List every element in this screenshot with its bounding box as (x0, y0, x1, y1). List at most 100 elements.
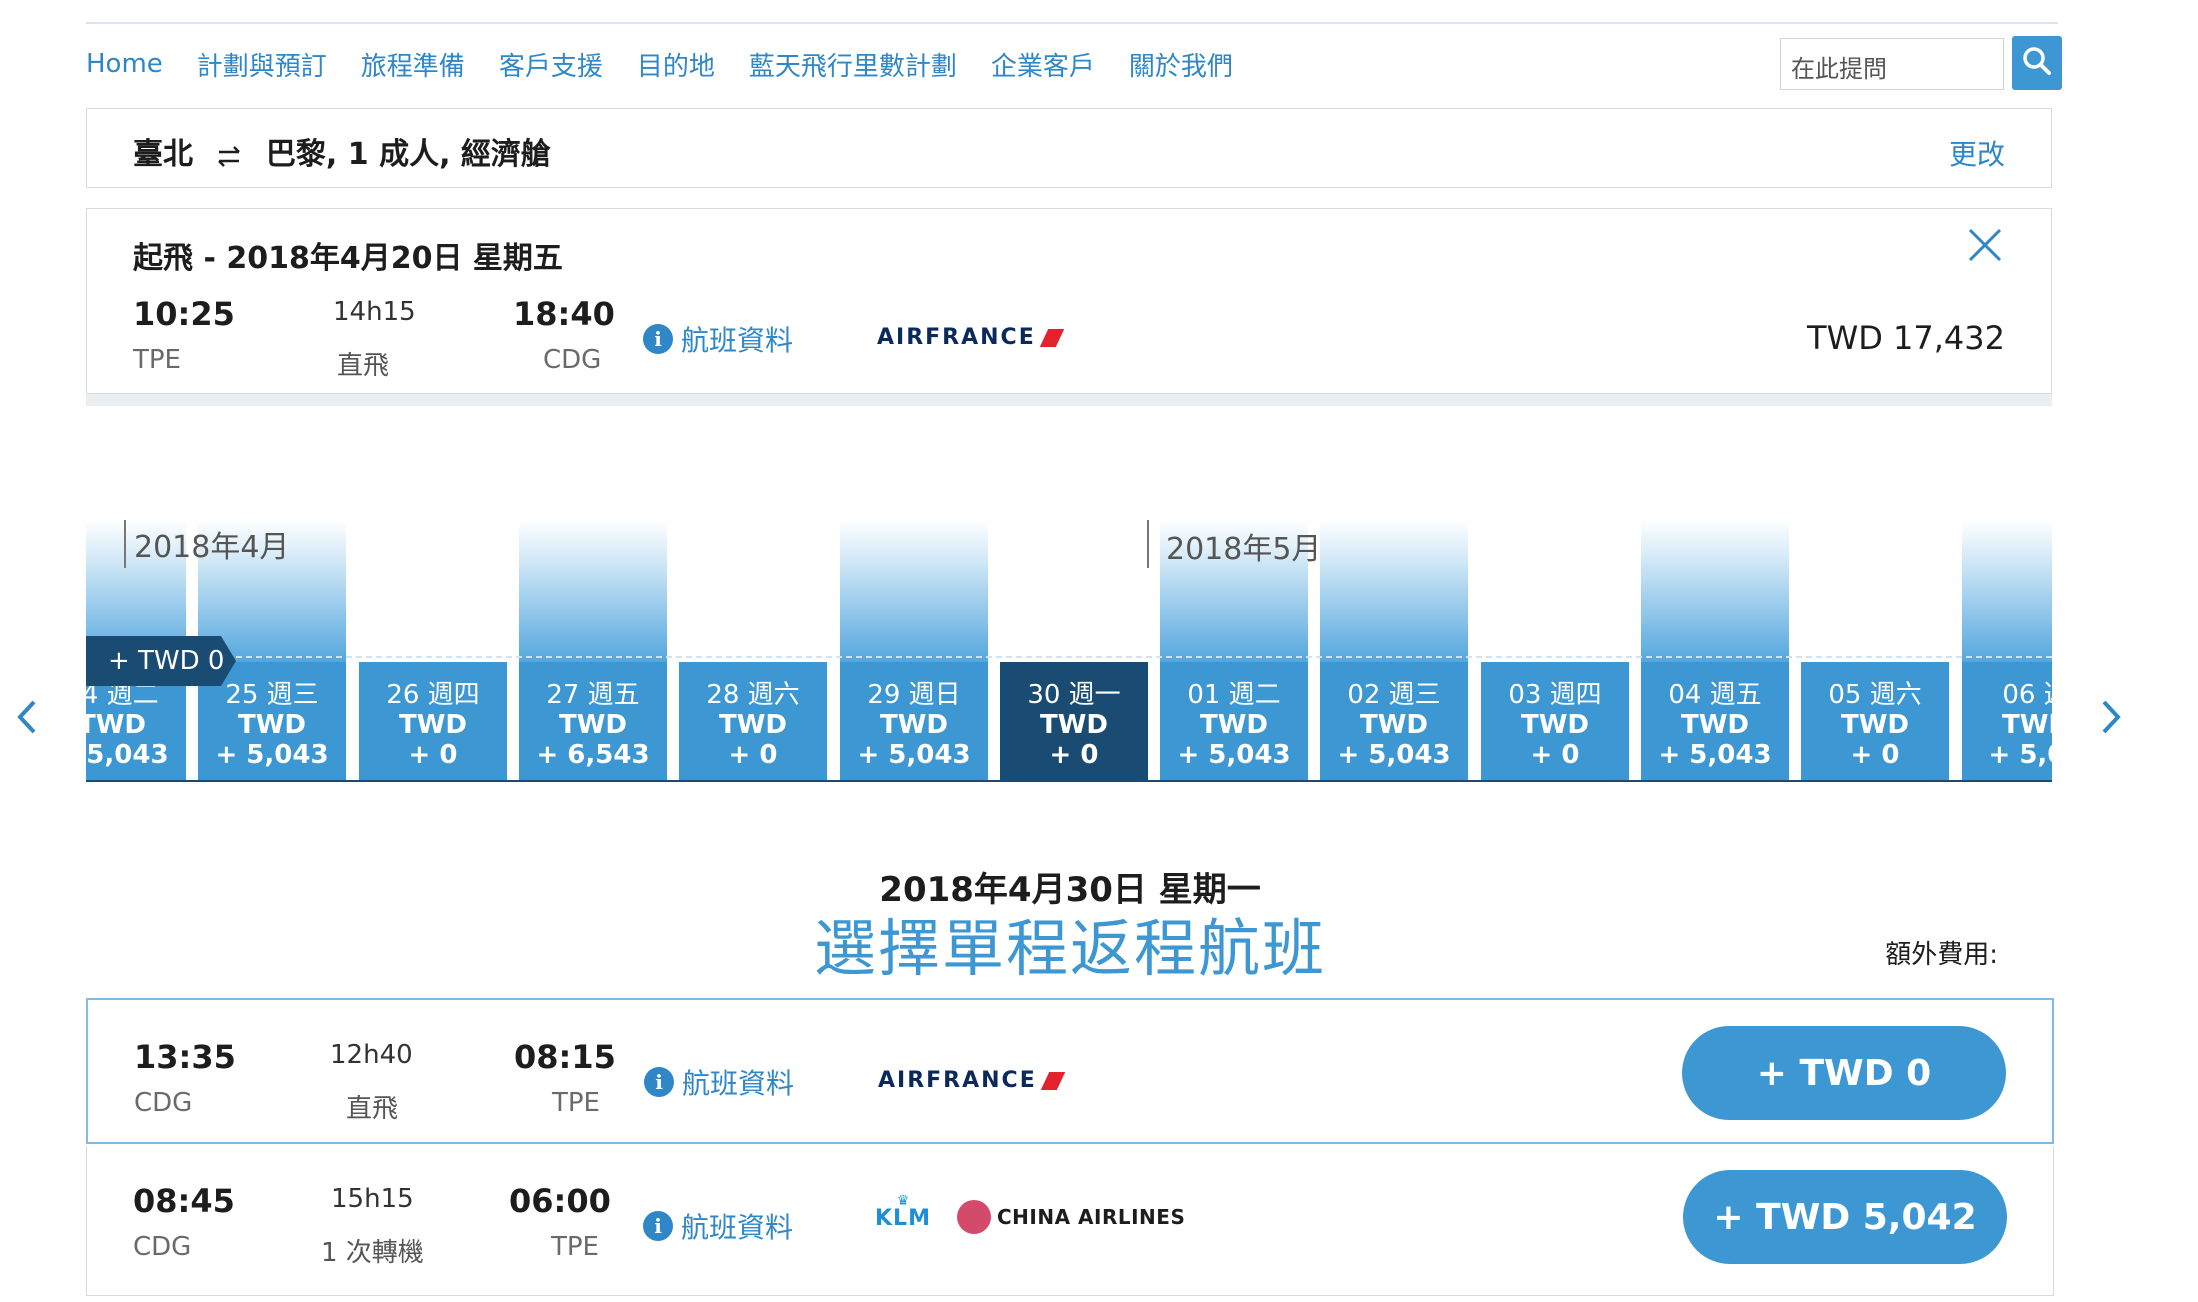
day-cell[interactable]: 28 週六 TWD + 0 (679, 662, 827, 782)
day-cell[interactable]: 26 週四 TWD + 0 (359, 662, 507, 782)
search-summary: 臺北 巴黎, 1 成人, 經濟艙 更改 (86, 108, 2052, 188)
day-cell[interactable]: 27 週五 TWD + 6,543 (519, 662, 667, 782)
day-cell[interactable]: 01 週二 TWD + 5,043 (1160, 662, 1308, 782)
month-divider (124, 520, 126, 568)
extra-cost-label: 額外費用: (1885, 940, 1998, 970)
nav-support[interactable]: 客戶支援 (499, 46, 603, 83)
select-flight-button[interactable]: + TWD 0 (1682, 1026, 2006, 1120)
day-date: 26 週四 (386, 680, 480, 710)
price-bar (1481, 520, 1629, 662)
china-airlines-wordmark: CHINA AIRLINES (997, 1205, 1186, 1229)
china-airlines-logo: CHINA AIRLINES (957, 1200, 1185, 1234)
flight-duration: 12h40 (330, 1040, 413, 1070)
day-currency: TWD (238, 710, 306, 740)
price-bar (840, 520, 988, 662)
calendar-baseline (86, 780, 2052, 782)
day-cell[interactable]: 05 週六 TWD + 0 (1801, 662, 1949, 782)
nav-corporate[interactable]: 企業客戶 (991, 46, 1095, 83)
price-bar (519, 520, 667, 662)
route-summary: 臺北 巴黎, 1 成人, 經濟艙 (133, 129, 551, 173)
month-label-may: 2018年5月 (1166, 532, 1322, 567)
top-divider (86, 22, 2058, 24)
day-cell[interactable]: 03 週四 TWD + 0 (1481, 662, 1629, 782)
day-cell[interactable]: 04 週五 TWD + 5,043 (1641, 662, 1789, 782)
price-bar (1962, 520, 2052, 662)
day-price: + 5,043 (857, 740, 971, 770)
day-price: + 0 (408, 740, 458, 770)
return-title: 選擇單程返程航班 (813, 912, 1326, 985)
nav-about[interactable]: 關於我們 (1129, 46, 1233, 83)
day-currency: TWD (880, 710, 948, 740)
day-cell[interactable]: 06 週TWD+ 5,04 (1962, 662, 2052, 782)
flight-stops: 1 次轉機 (321, 1238, 424, 1268)
day-currency: TWD (719, 710, 787, 740)
day-cell[interactable]: 30 週一 TWD + 0 (1000, 662, 1148, 782)
month-label-april: 2018年4月 (134, 530, 290, 565)
day-price: + 0 (1850, 740, 1900, 770)
airfrance-slash-icon (1040, 1071, 1065, 1090)
airfrance-slash-icon (1039, 328, 1064, 347)
zero-price-line (86, 656, 2052, 658)
flight-info-link[interactable]: i 航班資料 (643, 319, 793, 359)
departure-time: 10:25 (133, 295, 235, 333)
flight-info-label: 航班資料 (681, 1211, 794, 1244)
close-icon[interactable] (1965, 225, 2005, 265)
info-icon: i (643, 324, 673, 354)
flight-info-link[interactable]: i 航班資料 (643, 1206, 793, 1246)
day-price: + 0 (1049, 740, 1099, 770)
calendar-day[interactable]: 06 週TWD+ 5,04 (1962, 520, 2052, 782)
return-flight-row[interactable]: 08:45 CDG 15h15 1 次轉機 06:00 TPE i 航班資料 ♛… (86, 1146, 2054, 1296)
arrival-time: 06:00 (509, 1182, 611, 1220)
calendar-prev-button[interactable] (12, 694, 42, 751)
day-cell[interactable]: 29 週日 TWD + 5,043 (840, 662, 988, 782)
day-date: 28 週六 (706, 680, 800, 710)
day-price: + 5,043 (1177, 740, 1291, 770)
day-price: + 5,043 (1337, 740, 1451, 770)
nav-plan-book[interactable]: 計劃與預訂 (197, 46, 327, 83)
airfrance-logo: AIRFRANCE (878, 1068, 1065, 1093)
day-currency: TWD (2002, 710, 2052, 740)
flight-info-link[interactable]: i 航班資料 (644, 1062, 794, 1102)
selected-price-tag: + TWD 0 (86, 636, 236, 686)
airfrance-wordmark: AIRFRANCE (877, 325, 1036, 350)
date-price-calendar: 24 週二TWD+ 5,04325 週三TWD+ 5,04326 週四TWD+ … (86, 520, 2052, 782)
calendar-day[interactable]: 29 週日 TWD + 5,043 (840, 520, 988, 782)
arrival-time: 18:40 (513, 295, 615, 333)
airfrance-wordmark: AIRFRANCE (878, 1068, 1037, 1093)
nav-skyteam-miles[interactable]: 藍天飛行里數計劃 (749, 46, 957, 83)
calendar-next-button[interactable] (2096, 694, 2126, 751)
select-flight-button[interactable]: + TWD 5,042 (1683, 1170, 2007, 1264)
calendar-day[interactable]: 26 週四 TWD + 0 (359, 520, 507, 782)
day-date: 06 週 (2002, 680, 2052, 710)
calendar-day[interactable]: 05 週六 TWD + 0 (1801, 520, 1949, 782)
day-date: 27 週五 (546, 680, 640, 710)
return-flight-row[interactable]: 13:35 CDG 12h40 直飛 08:15 TPE i 航班資料 AIRF… (86, 998, 2054, 1144)
nav-home[interactable]: Home (86, 49, 163, 79)
calendar-day[interactable]: 28 週六 TWD + 0 (679, 520, 827, 782)
arrival-time: 08:15 (514, 1038, 616, 1076)
info-icon: i (644, 1067, 674, 1097)
calendar-day[interactable]: 30 週一 TWD + 0 (1000, 520, 1148, 782)
calendar-day[interactable]: 03 週四 TWD + 0 (1481, 520, 1629, 782)
day-currency: TWD (86, 710, 146, 740)
departure-time: 08:45 (133, 1182, 235, 1220)
calendar-day[interactable]: 04 週五 TWD + 5,043 (1641, 520, 1789, 782)
flight-stops: 直飛 (346, 1094, 399, 1124)
outbound-title: 起飛 - 2018年4月20日 星期五 (133, 241, 563, 276)
search-button[interactable] (2012, 36, 2062, 90)
departure-airport: CDG (134, 1088, 193, 1118)
price-bar (359, 520, 507, 662)
search-input[interactable]: 在此提問 (1780, 38, 2004, 90)
swap-arrows-icon (218, 145, 241, 167)
day-price: + 5,04 (1988, 740, 2053, 770)
day-cell[interactable]: 02 週三 TWD + 5,043 (1320, 662, 1468, 782)
change-link[interactable]: 更改 (1949, 133, 2005, 173)
nav-destinations[interactable]: 目的地 (637, 46, 715, 83)
day-date: 29 週日 (867, 680, 961, 710)
price-bar (679, 520, 827, 662)
calendar-day[interactable]: 02 週三 TWD + 5,043 (1320, 520, 1468, 782)
nav-travel-prep[interactable]: 旅程準備 (361, 46, 465, 83)
calendar-day[interactable]: 27 週五 TWD + 6,543 (519, 520, 667, 782)
flight-duration: 15h15 (331, 1184, 414, 1214)
day-currency: TWD (1681, 710, 1749, 740)
